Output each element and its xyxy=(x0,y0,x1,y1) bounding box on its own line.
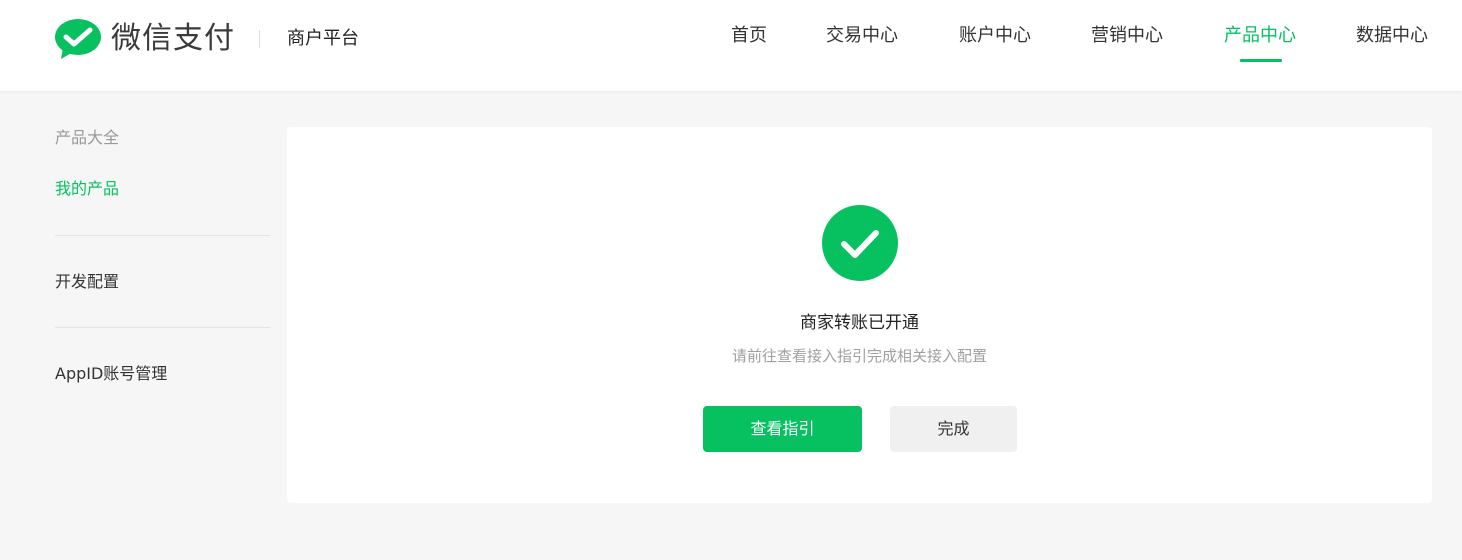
result-description: 请前往查看接入指引完成相关接入配置 xyxy=(731,347,987,365)
nav-active-indicator xyxy=(1240,59,1282,62)
nav-item-trade-center[interactable]: 交易中心 xyxy=(826,23,898,49)
view-guide-button[interactable]: 查看指引 xyxy=(703,406,862,452)
nav-item-marketing-center[interactable]: 营销中心 xyxy=(1091,23,1163,49)
nav-item-home[interactable]: 首页 xyxy=(731,23,767,49)
nav-item-product-center[interactable]: 产品中心 xyxy=(1224,23,1296,49)
main-nav: 首页 交易中心 账户中心 营销中心 产品中心 数据中心 xyxy=(0,23,1462,63)
done-button[interactable]: 完成 xyxy=(890,406,1017,452)
nav-item-account-center[interactable]: 账户中心 xyxy=(959,23,1031,49)
sidebar-divider xyxy=(55,235,270,236)
top-header: 微信支付 商户平台 首页 交易中心 账户中心 营销中心 产品中心 数据中心 xyxy=(0,0,1462,91)
sidebar-item-appid-management[interactable]: AppID账号管理 xyxy=(55,363,167,385)
result-title: 商家转账已开通 xyxy=(800,313,919,333)
sidebar-divider xyxy=(55,327,270,328)
result-card: 商家转账已开通 请前往查看接入指引完成相关接入配置 查看指引 完成 xyxy=(287,127,1432,503)
check-circle-icon xyxy=(822,205,898,281)
sidebar-item-my-products[interactable]: 我的产品 xyxy=(55,178,119,200)
nav-item-data-center[interactable]: 数据中心 xyxy=(1356,23,1428,49)
sidebar-section-title: 产品大全 xyxy=(55,128,120,147)
sidebar-item-dev-config[interactable]: 开发配置 xyxy=(55,271,119,293)
